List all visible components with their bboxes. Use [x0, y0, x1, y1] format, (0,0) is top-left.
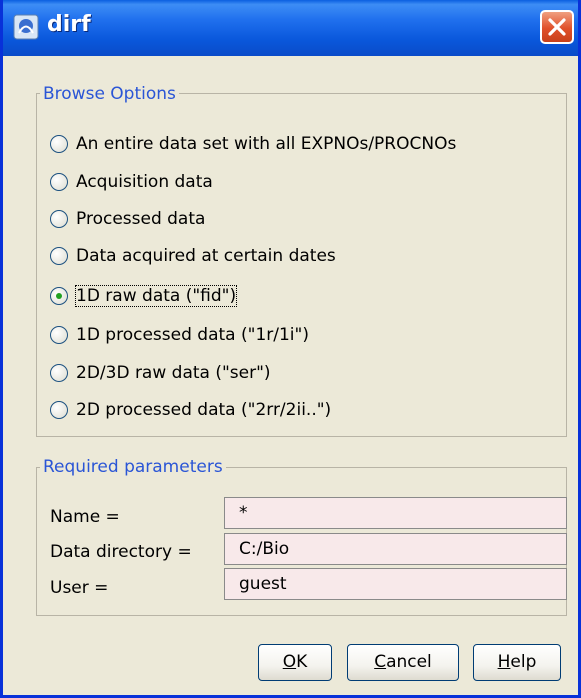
- radio-option-entire-data-set[interactable]: An entire data set with all EXPNOs/PROCN…: [50, 129, 456, 159]
- radio-option-2d-processed-data[interactable]: 2D processed data ("2rr/2ii.."): [50, 395, 331, 425]
- radio-label: 2D/3D raw data ("ser"): [76, 363, 271, 383]
- radio-option-1d-processed-data[interactable]: 1D processed data ("1r/1i"): [50, 320, 309, 350]
- radio-label: 2D processed data ("2rr/2ii.."): [76, 400, 332, 420]
- radio-button[interactable]: [50, 173, 68, 191]
- radio-label: Data acquired at certain dates: [76, 246, 336, 266]
- cancel-label-rest: ancel: [386, 652, 432, 672]
- help-button[interactable]: Help: [473, 644, 561, 681]
- user-label: User =: [50, 578, 109, 598]
- radio-button[interactable]: [50, 364, 68, 382]
- radio-option-2d3d-raw-data[interactable]: 2D/3D raw data ("ser"): [50, 358, 271, 388]
- radio-option-acquisition-data[interactable]: Acquisition data: [50, 167, 213, 197]
- radio-label: 1D processed data ("1r/1i"): [76, 325, 309, 345]
- title-bar[interactable]: dirf: [3, 0, 578, 56]
- radio-label: Processed data: [76, 209, 206, 229]
- dirf-app-icon: [13, 14, 39, 40]
- radio-button[interactable]: [50, 247, 68, 265]
- radio-label: Acquisition data: [76, 172, 213, 192]
- help-mnemonic: H: [497, 652, 511, 672]
- close-icon: [548, 18, 566, 36]
- name-label: Name =: [50, 507, 120, 527]
- data-directory-label: Data directory =: [50, 542, 192, 562]
- radio-button[interactable]: [50, 135, 68, 153]
- window-title: dirf: [47, 12, 91, 37]
- name-field[interactable]: *: [224, 497, 567, 529]
- browse-options-legend: Browse Options: [40, 84, 179, 104]
- radio-button-checked[interactable]: [50, 287, 68, 305]
- radio-button[interactable]: [50, 326, 68, 344]
- ok-mnemonic: O: [282, 652, 297, 672]
- ok-button[interactable]: OK: [258, 644, 332, 681]
- radio-label: An entire data set with all EXPNOs/PROCN…: [76, 134, 457, 154]
- dirf-dialog: dirf Browse Options An entire data set w…: [0, 0, 581, 698]
- ok-label-rest: K: [296, 652, 308, 672]
- radio-button[interactable]: [50, 401, 68, 419]
- cancel-button[interactable]: Cancel: [347, 644, 459, 681]
- user-field[interactable]: guest: [224, 568, 567, 600]
- help-label-rest: elp: [510, 652, 537, 672]
- radio-option-processed-data[interactable]: Processed data: [50, 204, 205, 234]
- data-directory-field[interactable]: C:/Bio: [224, 533, 567, 565]
- radio-label: 1D raw data ("fid"): [74, 285, 238, 307]
- radio-option-1d-raw-data[interactable]: 1D raw data ("fid"): [50, 281, 238, 311]
- radio-button[interactable]: [50, 210, 68, 228]
- radio-option-certain-dates[interactable]: Data acquired at certain dates: [50, 241, 336, 271]
- close-button[interactable]: [540, 10, 574, 44]
- required-parameters-legend: Required parameters: [40, 457, 226, 477]
- cancel-mnemonic: C: [374, 652, 387, 672]
